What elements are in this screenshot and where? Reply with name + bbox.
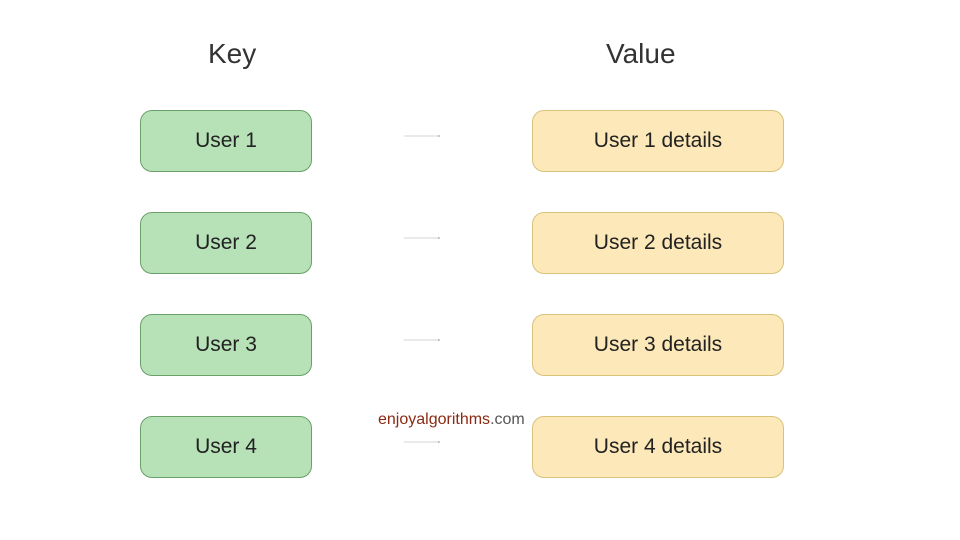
value-label: User 4 details: [594, 435, 722, 459]
watermark: enjoyalgorithms.com: [378, 411, 525, 429]
key-box: User 1: [140, 110, 312, 172]
header-key: Key: [208, 38, 256, 70]
kv-row: User 1 User 1 details: [0, 110, 960, 172]
value-label: User 1 details: [594, 129, 722, 153]
value-box: User 4 details: [532, 416, 784, 478]
value-box: User 3 details: [532, 314, 784, 376]
arrow-icon: [312, 339, 532, 341]
value-box: User 2 details: [532, 212, 784, 274]
watermark-domain: .com: [490, 411, 525, 428]
kv-row: User 2 User 2 details: [0, 212, 960, 274]
arrow-icon: [312, 135, 532, 137]
kv-row: User 3 User 3 details: [0, 314, 960, 376]
key-box: User 4: [140, 416, 312, 478]
value-box: User 1 details: [532, 110, 784, 172]
key-label: User 3: [195, 333, 257, 357]
key-label: User 2: [195, 231, 257, 255]
value-label: User 3 details: [594, 333, 722, 357]
value-label: User 2 details: [594, 231, 722, 255]
key-label: User 4: [195, 435, 257, 459]
arrow-icon: [312, 237, 532, 239]
key-label: User 1: [195, 129, 257, 153]
key-box: User 3: [140, 314, 312, 376]
header-value: Value: [606, 38, 676, 70]
key-box: User 2: [140, 212, 312, 274]
kv-rows: User 1 User 1 details User 2 User 2 deta…: [0, 110, 960, 518]
watermark-brand: enjoyalgorithms: [378, 411, 490, 428]
arrow-icon: [312, 441, 532, 443]
